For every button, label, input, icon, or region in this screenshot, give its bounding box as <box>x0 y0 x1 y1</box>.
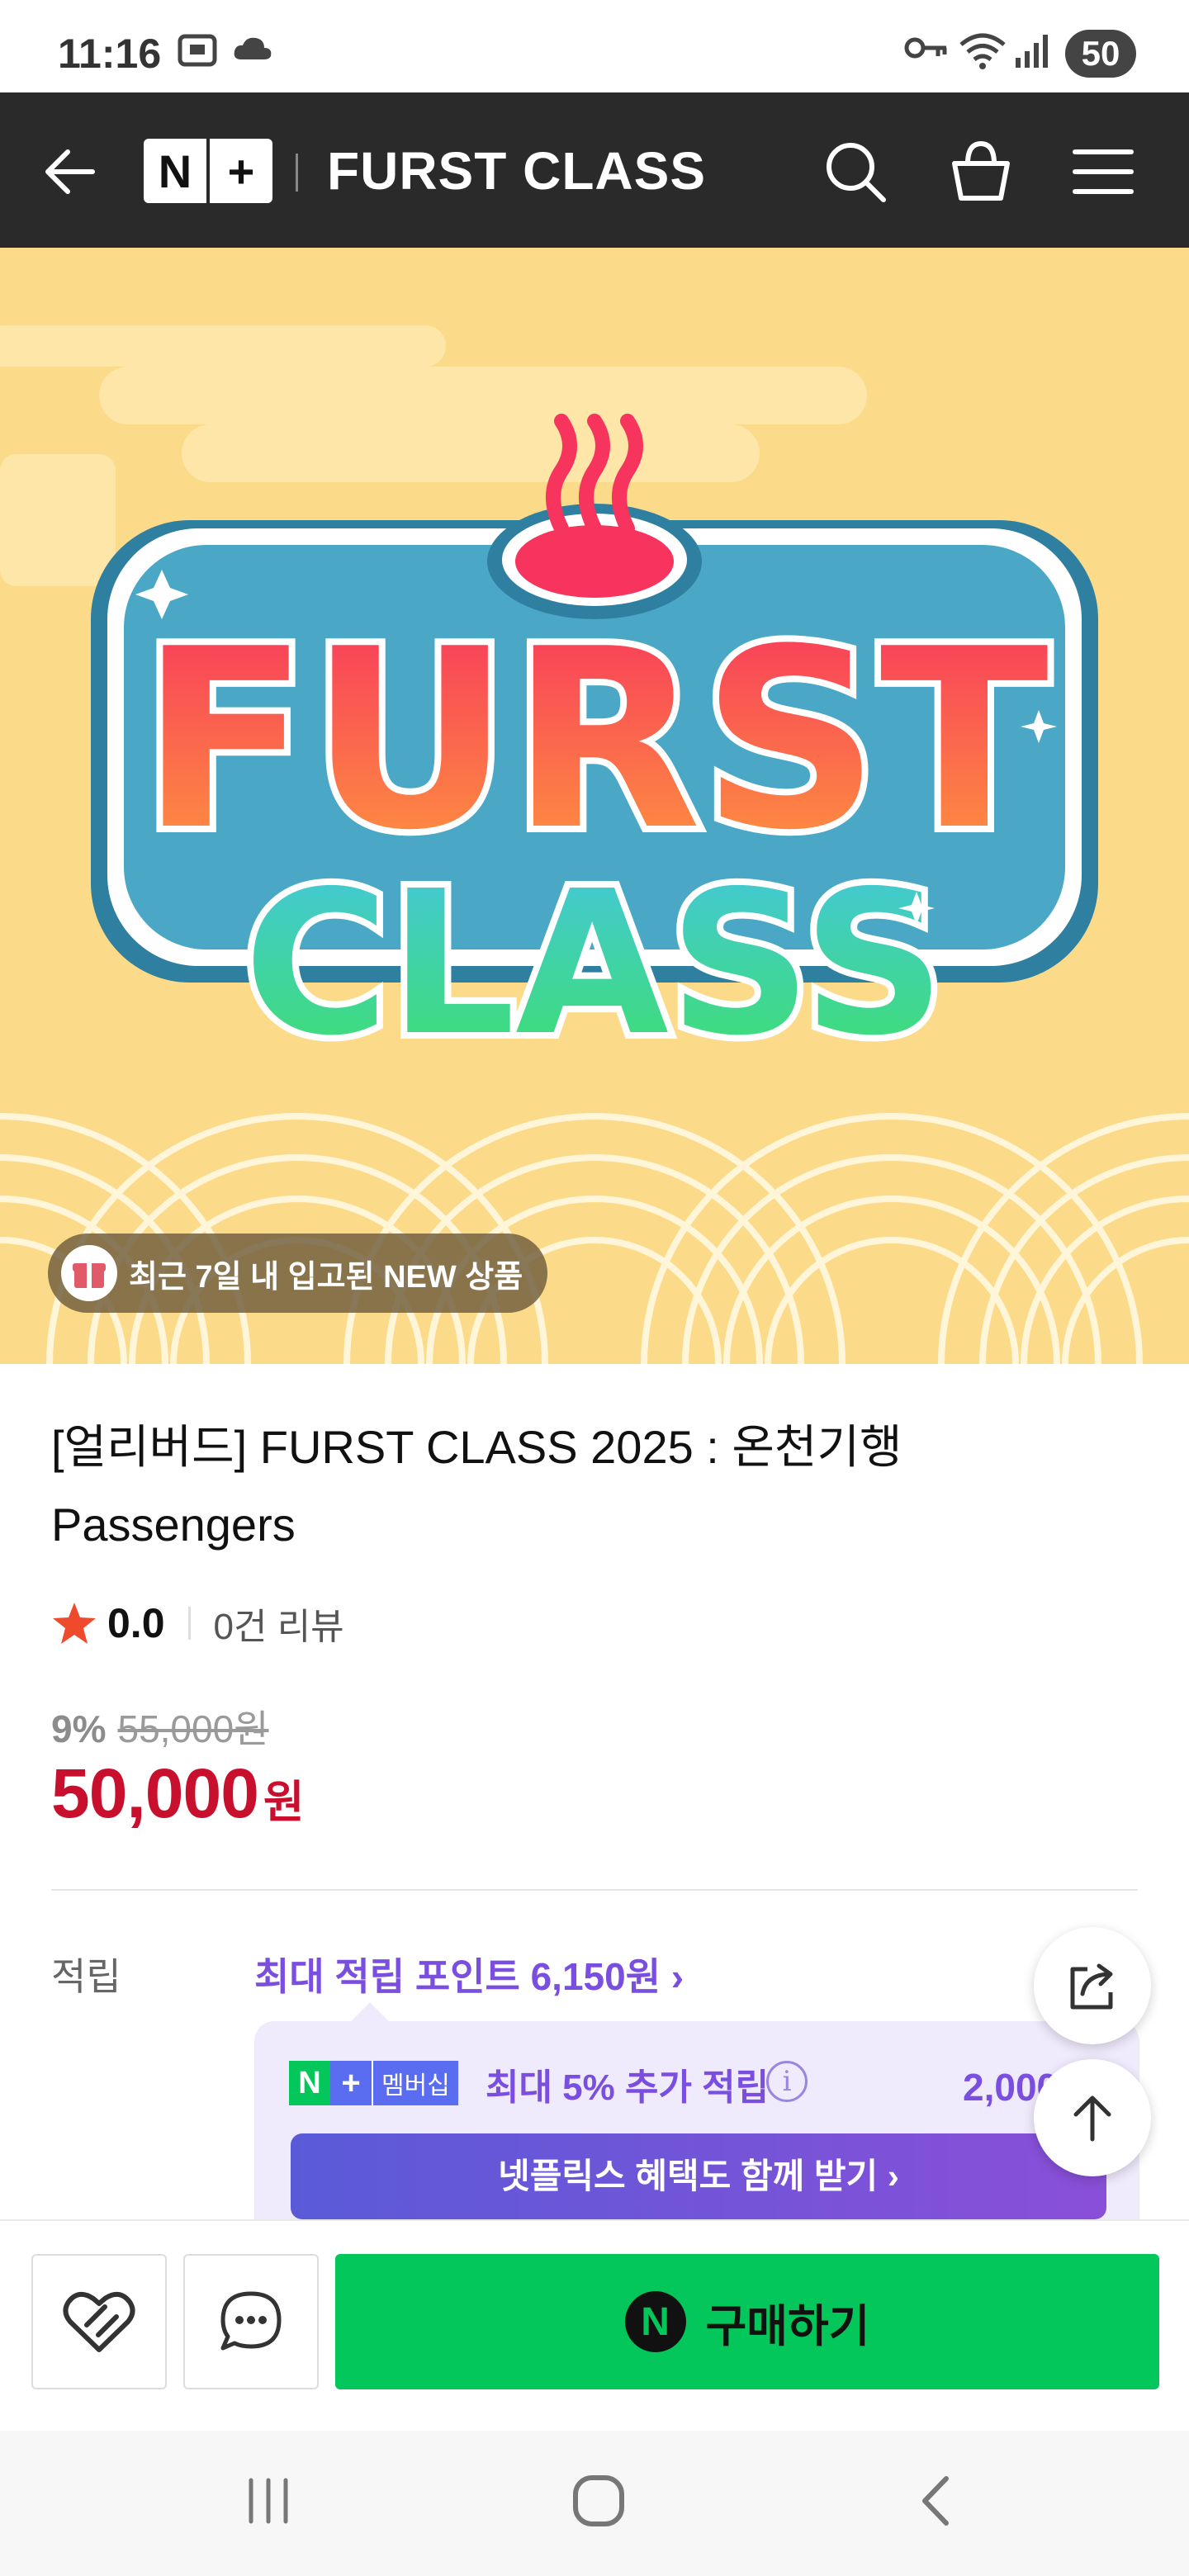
price-currency: 원 <box>263 1778 305 1827</box>
home-icon[interactable] <box>570 2472 628 2530</box>
naver-plus-membership-badge: N + 멤버십 <box>289 2061 458 2105</box>
rating-divider <box>187 1607 191 1640</box>
share-button[interactable] <box>1034 1927 1151 2044</box>
heart-icon <box>63 2291 135 2352</box>
purchase-action-bar: N 구매하기 <box>0 2219 1189 2431</box>
sale-price: 50,000 원 <box>51 1754 305 1834</box>
logo-plus: + <box>227 144 255 197</box>
product-title-line1: [얼리버드] FURST CLASS 2025 : 온천기행 <box>51 1421 902 1473</box>
chat-bubble-icon <box>220 2291 282 2351</box>
membership-extra-points-text: 최대 5% 추가 적립 <box>486 2067 770 2108</box>
wishlist-button[interactable] <box>31 2254 167 2389</box>
status-time: 11:16 <box>58 31 162 77</box>
search-icon[interactable] <box>822 139 888 205</box>
gift-icon <box>61 1245 117 1301</box>
star-icon <box>53 1603 96 1644</box>
battery-indicator: 50 <box>1065 30 1136 78</box>
review-count[interactable]: 0건 리뷰 <box>214 1597 344 1650</box>
recent-apps-icon[interactable] <box>239 2472 297 2530</box>
product-hero-image[interactable]: FURST CLASS 최근 7일 내 입고된 NEW 상품 <box>0 248 1189 1364</box>
brand-title[interactable]: FURST CLASS <box>327 140 706 201</box>
product-title: [얼리버드] FURST CLASS 2025 : 온천기행 Passenger… <box>51 1409 1125 1564</box>
cloud-icon <box>234 37 272 59</box>
header-separator <box>296 154 298 192</box>
share-icon <box>1070 1963 1113 2010</box>
signal-icon <box>1016 35 1048 68</box>
status-bar: 11:16 50 <box>0 0 1189 92</box>
info-icon[interactable]: i <box>766 2061 808 2102</box>
menu-icon[interactable] <box>1072 139 1135 205</box>
wifi-icon <box>959 33 1006 69</box>
new-arrival-text: 최근 7일 내 입고된 NEW 상품 <box>129 1259 523 1295</box>
back-nav-icon[interactable] <box>908 2472 966 2530</box>
price-value: 50,000 <box>51 1754 259 1832</box>
rating-row[interactable]: 0.0 0건 리뷰 <box>51 1597 344 1650</box>
netflix-benefit-button[interactable]: 넷플릭스 혜택도 함께 받기 › <box>291 2133 1106 2219</box>
screenshot-icon <box>178 34 217 67</box>
back-arrow-icon[interactable] <box>41 142 101 201</box>
buy-button[interactable]: N 구매하기 <box>335 2254 1159 2389</box>
original-price: 55,000원 <box>117 1707 269 1750</box>
section-divider <box>51 1889 1138 1891</box>
vpn-key-icon <box>904 37 947 59</box>
new-arrival-badge: 최근 7일 내 입고된 NEW 상품 <box>48 1234 548 1313</box>
system-navigation-bar <box>0 2431 1189 2576</box>
shopping-bag-icon[interactable] <box>948 139 1014 205</box>
app-header: N + FURST CLASS <box>0 92 1189 248</box>
max-points-link[interactable]: 최대 적립 포인트 6,150원 › <box>254 1947 684 2001</box>
discount-percent: 9% <box>51 1707 107 1750</box>
buy-button-label: 구매하기 <box>705 2301 870 2351</box>
inquiry-chat-button[interactable] <box>183 2254 319 2389</box>
logo-n: N <box>158 144 192 197</box>
naver-pay-icon: N <box>624 2291 686 2352</box>
logo-word-class: CLASS <box>244 848 945 1079</box>
furst-class-logo-art: FURST CLASS <box>0 325 1189 1364</box>
naver-plus-logo[interactable]: N + <box>144 139 272 203</box>
product-title-line2: Passengers <box>51 1499 296 1551</box>
scroll-top-button[interactable] <box>1034 2059 1151 2176</box>
membership-points-box: N + 멤버십 최대 5% 추가 적립 i 2,000원 넷플릭스 혜택도 함께… <box>254 2021 1139 2228</box>
logo-word-furst: FURST <box>140 596 1050 884</box>
arrow-up-icon <box>1073 2095 1111 2142</box>
rating-score: 0.0 <box>107 1600 165 1646</box>
points-label: 적립 <box>51 1955 121 1998</box>
discount-row: 9% 55,000원 <box>51 1699 269 1754</box>
